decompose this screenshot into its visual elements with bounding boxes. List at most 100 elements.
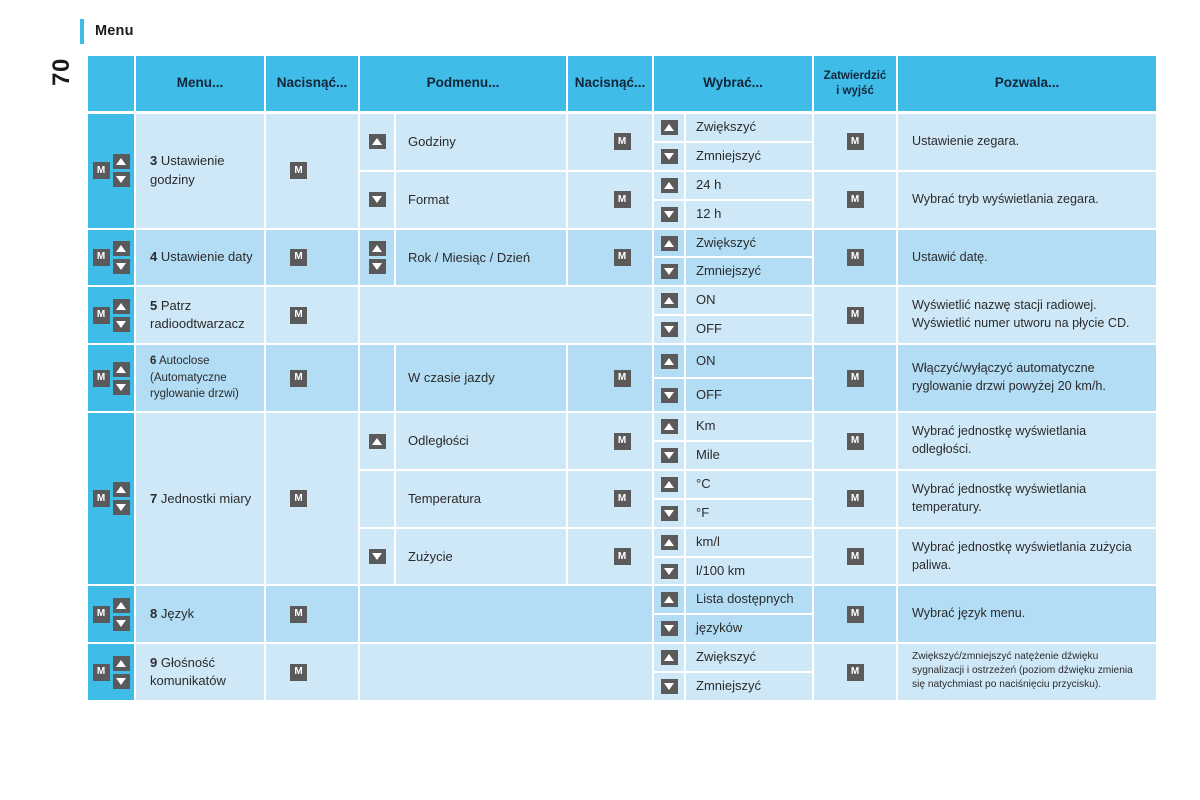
- press-m-button-2[interactable]: M: [613, 191, 631, 209]
- press-m-button[interactable]: M: [290, 369, 307, 387]
- select-arrow-cell[interactable]: [654, 586, 686, 616]
- submenu-label-cell[interactable]: W czasie jazdy: [396, 345, 568, 414]
- nav-down-arrow-icon[interactable]: [112, 172, 130, 188]
- press-m-button-2[interactable]: M: [613, 133, 631, 151]
- nav-down-arrow-icon[interactable]: [112, 316, 130, 332]
- select-arrow-cell[interactable]: [654, 200, 686, 230]
- select-up-arrow-icon[interactable]: [660, 419, 678, 435]
- submenu-arrow-cell[interactable]: [360, 229, 396, 288]
- select-down-arrow-icon[interactable]: [660, 505, 678, 521]
- select-label-cell[interactable]: języków: [686, 615, 814, 645]
- menu-name-cell[interactable]: 5 Patrz radioodtwarzacz: [136, 287, 266, 346]
- select-arrow-cell[interactable]: [654, 528, 686, 558]
- submenu-arrow-cell[interactable]: [360, 114, 396, 172]
- menu-name-cell[interactable]: 8 Język: [136, 586, 266, 645]
- select-arrow-cell[interactable]: [654, 442, 686, 471]
- select-label-cell[interactable]: 24 h: [686, 171, 814, 201]
- submenu-arrow-cell[interactable]: [360, 413, 396, 471]
- press-m-button[interactable]: M: [290, 663, 307, 681]
- select-arrow-cell[interactable]: [654, 142, 686, 172]
- confirm-m-button[interactable]: M: [846, 548, 864, 566]
- nav-cell[interactable]: M: [88, 644, 136, 703]
- select-arrow-cell[interactable]: [654, 229, 686, 259]
- select-down-arrow-icon[interactable]: [660, 387, 678, 403]
- confirm-m-button[interactable]: M: [846, 663, 864, 681]
- select-label-cell[interactable]: Zmniejszyć: [686, 142, 814, 172]
- select-label-cell[interactable]: ON: [686, 287, 814, 317]
- confirm-cell[interactable]: M: [814, 528, 898, 587]
- press-cell-primary[interactable]: M: [266, 644, 360, 703]
- nav-control-group[interactable]: M: [91, 597, 131, 631]
- submenu-label-cell[interactable]: Format: [396, 171, 568, 230]
- submenu-down-arrow-icon[interactable]: [368, 258, 386, 274]
- press-cell-primary[interactable]: M: [266, 114, 360, 230]
- press-cell-primary[interactable]: M: [266, 229, 360, 288]
- select-up-arrow-icon[interactable]: [660, 476, 678, 492]
- submenu-label-cell[interactable]: Temperatura: [396, 470, 568, 529]
- press-m-button-2[interactable]: M: [613, 369, 631, 387]
- nav-down-arrow-icon[interactable]: [112, 615, 130, 631]
- nav-control-group[interactable]: M: [91, 655, 131, 689]
- menu-m-button[interactable]: M: [92, 369, 110, 387]
- select-label-cell[interactable]: Km: [686, 413, 814, 443]
- nav-cell[interactable]: M: [88, 345, 136, 414]
- nav-down-arrow-icon[interactable]: [112, 673, 130, 689]
- nav-down-arrow-icon[interactable]: [112, 258, 130, 274]
- confirm-m-button[interactable]: M: [846, 133, 864, 151]
- select-arrow-cell[interactable]: [654, 379, 686, 414]
- press-cell-secondary[interactable]: M: [568, 470, 654, 529]
- select-up-arrow-icon[interactable]: [660, 592, 678, 608]
- nav-up-arrow-icon[interactable]: [112, 482, 130, 498]
- menu-name-cell[interactable]: 9 Głośność komunikatów: [136, 644, 266, 703]
- select-arrow-cell[interactable]: [654, 114, 686, 143]
- select-label-cell[interactable]: Zmniejszyć: [686, 258, 814, 288]
- select-label-cell[interactable]: 12 h: [686, 200, 814, 230]
- submenu-down-arrow-icon[interactable]: [368, 192, 386, 208]
- press-cell-primary[interactable]: M: [266, 413, 360, 587]
- select-down-arrow-icon[interactable]: [660, 322, 678, 338]
- nav-control-group[interactable]: M: [91, 298, 131, 332]
- confirm-cell[interactable]: M: [814, 345, 898, 414]
- select-up-arrow-icon[interactable]: [660, 650, 678, 666]
- nav-down-arrow-icon[interactable]: [112, 379, 130, 395]
- confirm-cell[interactable]: M: [814, 470, 898, 529]
- menu-name-cell[interactable]: 4 Ustawienie daty: [136, 229, 266, 288]
- nav-down-arrow-icon[interactable]: [112, 500, 130, 516]
- menu-m-button[interactable]: M: [92, 663, 110, 681]
- confirm-cell[interactable]: M: [814, 586, 898, 645]
- press-cell-primary[interactable]: M: [266, 345, 360, 414]
- submenu-label-cell[interactable]: Odległości: [396, 413, 568, 471]
- select-arrow-cell[interactable]: [654, 316, 686, 346]
- select-up-arrow-icon[interactable]: [660, 177, 678, 193]
- nav-control-group[interactable]: M: [91, 361, 131, 395]
- select-label-cell[interactable]: Zmniejszyć: [686, 673, 814, 703]
- select-down-arrow-icon[interactable]: [660, 148, 678, 164]
- menu-name-cell[interactable]: 6 Autoclose (Automatyczne ryglowanie drz…: [136, 345, 266, 414]
- select-down-arrow-icon[interactable]: [660, 621, 678, 637]
- press-m-button-2[interactable]: M: [613, 248, 631, 266]
- submenu-label-cell[interactable]: Rok / Miesiąc / Dzień: [396, 229, 568, 288]
- confirm-cell[interactable]: M: [814, 413, 898, 471]
- submenu-up-arrow-icon[interactable]: [368, 134, 386, 150]
- nav-up-arrow-icon[interactable]: [112, 655, 130, 671]
- select-arrow-cell[interactable]: [654, 644, 686, 674]
- nav-cell[interactable]: M: [88, 413, 136, 587]
- select-up-arrow-icon[interactable]: [660, 293, 678, 309]
- confirm-m-button[interactable]: M: [846, 432, 864, 450]
- select-label-cell[interactable]: l/100 km: [686, 557, 814, 587]
- select-label-cell[interactable]: OFF: [686, 316, 814, 346]
- confirm-cell[interactable]: M: [814, 114, 898, 172]
- menu-name-cell[interactable]: 3 Ustawienie godziny: [136, 114, 266, 230]
- press-cell-secondary[interactable]: M: [568, 413, 654, 471]
- submenu-up-arrow-icon[interactable]: [368, 433, 386, 449]
- submenu-label-cell[interactable]: Godziny: [396, 114, 568, 172]
- confirm-cell[interactable]: M: [814, 229, 898, 288]
- nav-control-group[interactable]: M: [91, 154, 131, 188]
- submenu-arrow-cell[interactable]: [360, 528, 396, 587]
- confirm-cell[interactable]: M: [814, 287, 898, 346]
- nav-up-arrow-icon[interactable]: [112, 154, 130, 170]
- press-cell-secondary[interactable]: M: [568, 114, 654, 172]
- nav-control-group[interactable]: M: [91, 482, 131, 516]
- menu-m-button[interactable]: M: [92, 306, 110, 324]
- select-label-cell[interactable]: Zwiększyć: [686, 644, 814, 674]
